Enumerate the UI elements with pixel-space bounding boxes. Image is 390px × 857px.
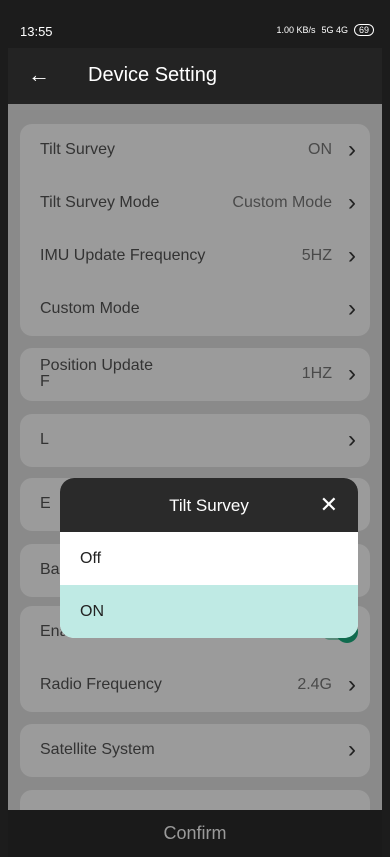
option-label: ON (80, 603, 104, 620)
dialog-option-on[interactable]: ON (60, 585, 358, 638)
dialog-header: Tilt Survey ✕ (60, 478, 358, 532)
screen: 13:55 1.00 KB/s 5G 4G 69 ← Device Settin… (0, 0, 390, 857)
page-title: Device Setting (88, 64, 217, 86)
settings-list: Tilt Survey ON › Tilt Survey Mode Custom… (8, 104, 382, 810)
tilt-survey-dialog: Tilt Survey ✕ Off ON (60, 478, 358, 638)
dialog-title: Tilt Survey (169, 496, 249, 515)
top-bar: ← Device Setting (8, 48, 382, 104)
dialog-option-off[interactable]: Off (60, 532, 358, 585)
status-icons: 1.00 KB/s 5G 4G 69 (276, 24, 374, 36)
back-arrow-icon[interactable]: ← (28, 62, 50, 88)
close-icon[interactable]: ✕ (320, 492, 338, 518)
modal-overlay[interactable]: Tilt Survey ✕ Off ON (8, 104, 382, 810)
status-time: 13:55 (20, 24, 53, 39)
battery-icon: 69 (353, 24, 374, 36)
confirm-button[interactable]: Confirm (8, 810, 382, 857)
status-bar: 13:55 1.00 KB/s 5G 4G 69 (8, 8, 382, 44)
signal-icon: 5G 4G (321, 25, 348, 35)
net-speed: 1.00 KB/s (276, 25, 316, 35)
option-label: Off (80, 550, 102, 567)
